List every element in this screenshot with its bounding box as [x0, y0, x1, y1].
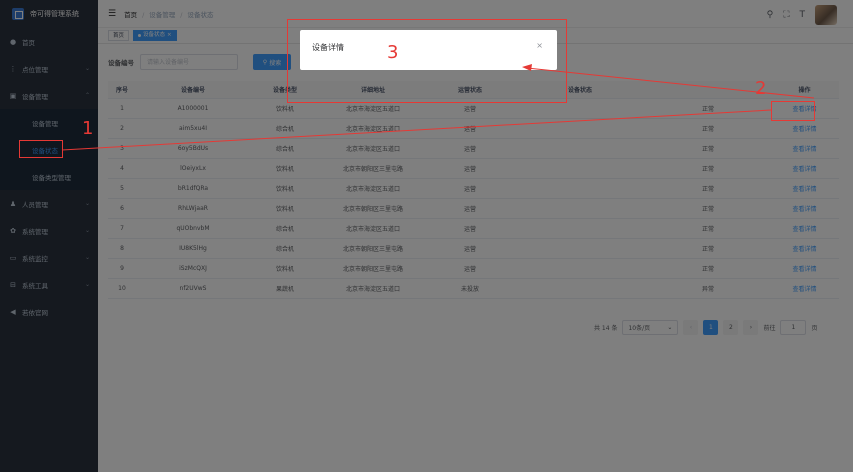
annotation-number: 2 — [755, 78, 767, 99]
annotation-box-action — [771, 101, 815, 121]
annotation-box-sidebar — [19, 140, 63, 158]
annotation-box-dialog — [287, 19, 567, 103]
annotation-number: 1 — [82, 118, 94, 139]
annotation-number: 3 — [387, 42, 399, 63]
